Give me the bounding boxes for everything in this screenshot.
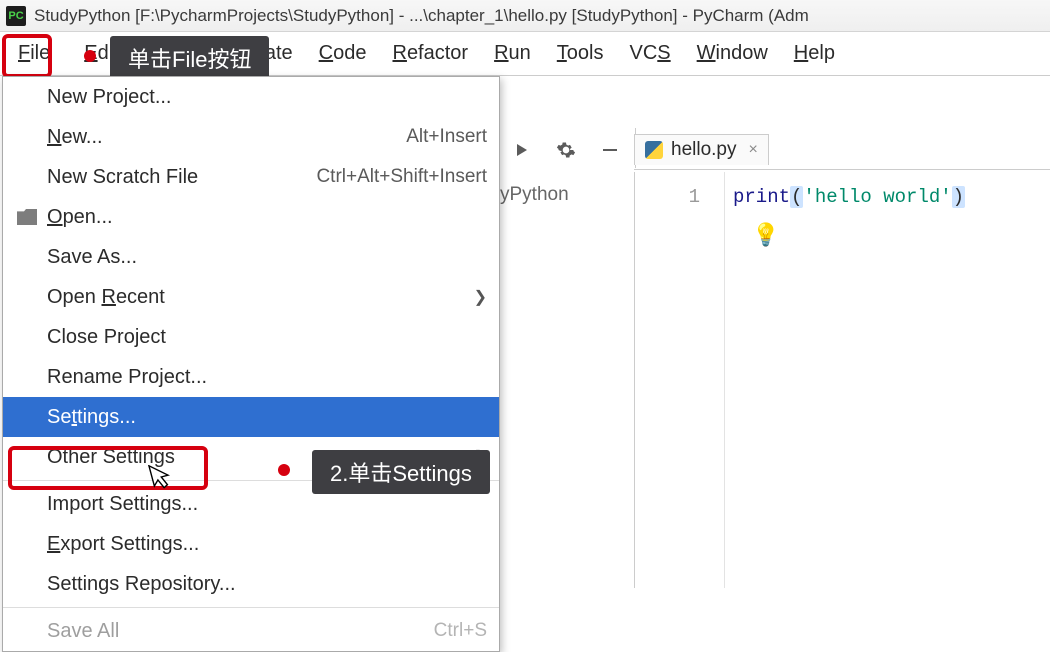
menu-shortcut: Ctrl+Alt+Shift+Insert bbox=[316, 166, 487, 188]
annotation-tooltip-settings: 2.单击Settings bbox=[312, 450, 490, 494]
annotation-dot-file bbox=[84, 50, 96, 62]
menu-shortcut: Ctrl+S bbox=[434, 620, 487, 642]
app-icon: PC bbox=[6, 6, 26, 26]
gear-icon[interactable] bbox=[552, 136, 580, 164]
menu-file[interactable]: File bbox=[10, 40, 58, 67]
python-file-icon bbox=[645, 141, 663, 159]
menu-code[interactable]: Code bbox=[319, 42, 367, 65]
menu-refactor[interactable]: Refactor bbox=[392, 42, 468, 65]
menu-item-new-project[interactable]: New Project... bbox=[3, 77, 499, 117]
editor-tabs: hello.py × bbox=[634, 126, 1050, 170]
menu-item-export-settings[interactable]: Export Settings... bbox=[3, 524, 499, 564]
menu-tools[interactable]: Tools bbox=[557, 42, 604, 65]
play-icon[interactable] bbox=[508, 136, 536, 164]
intention-bulb-icon[interactable]: 💡 bbox=[752, 222, 779, 248]
annotation-tooltip-file: 单击File按钮 bbox=[110, 36, 269, 80]
chevron-right-icon: ❯ bbox=[474, 287, 487, 307]
folder-icon bbox=[17, 209, 37, 225]
menu-item-label: Rename Project... bbox=[47, 366, 207, 389]
menu-item-label: Open... bbox=[47, 206, 113, 229]
code-token-call: print bbox=[733, 186, 790, 208]
editor-gutter: 1 bbox=[635, 172, 725, 588]
title-bar: PC StudyPython [F:\PycharmProjects\Study… bbox=[0, 0, 1050, 32]
menu-shortcut: Alt+Insert bbox=[406, 126, 487, 148]
menu-item-open-recent[interactable]: Open Recent ❯ bbox=[3, 277, 499, 317]
menu-run[interactable]: Run bbox=[494, 42, 531, 65]
menu-item-label: New... bbox=[47, 126, 103, 149]
code-editor[interactable]: 1 print('hello world') bbox=[634, 172, 1050, 588]
menu-item-label: Save All bbox=[47, 620, 119, 643]
menu-item-label: Close Project bbox=[47, 326, 166, 349]
annotation-dot-settings bbox=[278, 464, 290, 476]
menu-item-label: Import Settings... bbox=[47, 493, 198, 516]
menu-item-label: Settings... bbox=[47, 406, 136, 429]
menu-item-open[interactable]: Open... bbox=[3, 197, 499, 237]
menu-item-save-all[interactable]: Save All Ctrl+S bbox=[3, 611, 499, 651]
menu-item-label: Export Settings... bbox=[47, 533, 199, 556]
project-tree-label[interactable]: yPython bbox=[500, 184, 569, 206]
code-token-string: 'hello world' bbox=[803, 186, 951, 208]
menu-item-label: New Project... bbox=[47, 86, 171, 109]
menu-item-new[interactable]: New... Alt+Insert bbox=[3, 117, 499, 157]
menu-vcs[interactable]: VCS bbox=[630, 42, 671, 65]
menu-item-label: Save As... bbox=[47, 246, 137, 269]
menu-item-label: Other Settings bbox=[47, 446, 175, 469]
menu-item-settings-repo[interactable]: Settings Repository... bbox=[3, 564, 499, 604]
close-icon[interactable]: × bbox=[749, 141, 758, 159]
menu-window[interactable]: Window bbox=[697, 42, 768, 65]
code-token-lparen: ( bbox=[790, 186, 803, 208]
menu-separator bbox=[3, 607, 499, 608]
collapse-icon[interactable] bbox=[596, 136, 624, 164]
menu-item-save-as[interactable]: Save As... bbox=[3, 237, 499, 277]
menu-item-settings[interactable]: Settings... bbox=[3, 397, 499, 437]
menu-item-label: New Scratch File bbox=[47, 166, 198, 189]
menu-item-label: Settings Repository... bbox=[47, 573, 236, 596]
tab-hello-py[interactable]: hello.py × bbox=[634, 134, 769, 165]
line-number: 1 bbox=[635, 186, 700, 208]
file-dropdown-menu: New Project... New... Alt+Insert New Scr… bbox=[2, 76, 500, 652]
window-title: StudyPython [F:\PycharmProjects\StudyPyt… bbox=[34, 6, 809, 26]
tab-label: hello.py bbox=[671, 139, 737, 161]
toolbar-right bbox=[500, 120, 632, 180]
menu-item-new-scratch[interactable]: New Scratch File Ctrl+Alt+Shift+Insert bbox=[3, 157, 499, 197]
menu-help[interactable]: Help bbox=[794, 42, 835, 65]
code-token-rparen: ) bbox=[952, 186, 965, 208]
menu-item-close-project[interactable]: Close Project bbox=[3, 317, 499, 357]
menu-item-label: Open Recent bbox=[47, 286, 165, 309]
menu-item-rename-project[interactable]: Rename Project... bbox=[3, 357, 499, 397]
